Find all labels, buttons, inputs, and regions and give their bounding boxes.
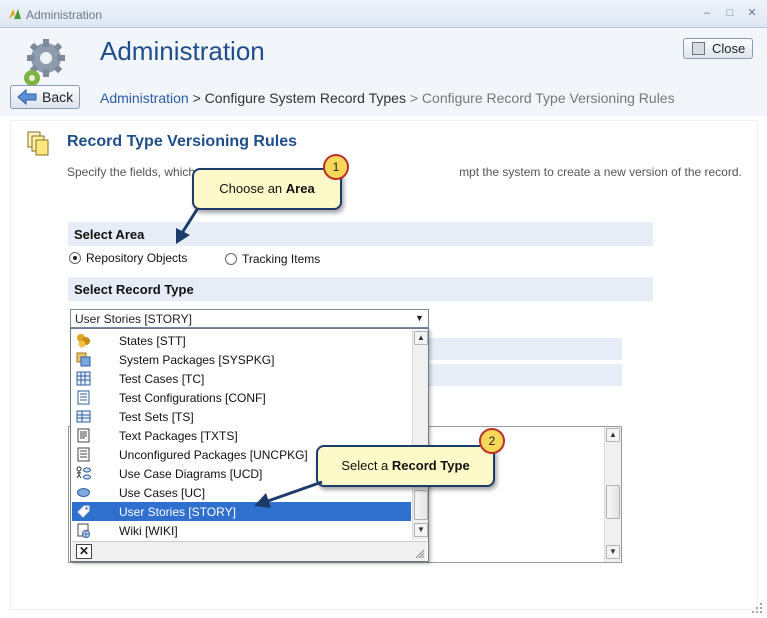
breadcrumb-separator: > <box>409 90 419 106</box>
dropdown-item-label: Test Cases [TC] <box>119 372 205 386</box>
record-type-options: States [STT] System Packages [SYSPKG] Te… <box>72 330 411 540</box>
clear-selection-icon[interactable]: ✕ <box>76 544 92 559</box>
breadcrumb-separator: > <box>192 90 201 106</box>
radio-checked-icon <box>69 252 81 264</box>
test-cases-icon <box>76 371 91 386</box>
section-title: Record Type Versioning Rules <box>67 133 297 150</box>
dropdown-item-label: System Packages [SYSPKG] <box>119 353 275 367</box>
app-icon <box>9 9 21 19</box>
states-icon <box>77 334 90 348</box>
dropdown-item-label: Use Case Diagrams [UCD] <box>119 467 263 481</box>
use-case-diagrams-icon <box>76 466 91 480</box>
dropdown-item-user-stories[interactable]: User Stories [STORY] <box>72 502 411 521</box>
resize-grip-icon[interactable] <box>415 549 425 559</box>
system-packages-icon <box>76 352 91 367</box>
dropdown-item-label: User Stories [STORY] <box>119 505 236 519</box>
dropdown-footer: ✕ <box>72 541 427 561</box>
use-cases-icon <box>77 488 90 497</box>
callout-select-record-type: Select a Record Type <box>316 445 495 487</box>
scroll-up-icon[interactable]: ▲ <box>414 331 428 345</box>
window-titlebar: Administration – □ ✕ <box>0 0 767 28</box>
breadcrumb-administration[interactable]: Administration <box>100 90 189 106</box>
dropdown-scrollbar[interactable]: ▲ ▼ <box>412 330 428 540</box>
breadcrumb-configure-system-record-types[interactable]: Configure System Record Types <box>205 90 406 106</box>
radio-tracking-items[interactable]: Tracking Items <box>225 252 320 266</box>
wiki-icon <box>77 523 90 538</box>
close-button-label: Close <box>712 41 746 56</box>
callout-text: Choose an <box>219 181 286 196</box>
radio-unchecked-icon <box>225 253 237 265</box>
dropdown-item-label: Unconfigured Packages [UNCPKG] <box>119 448 308 462</box>
user-stories-icon <box>77 505 90 518</box>
dropdown-item-label: Use Cases [UC] <box>119 486 206 500</box>
dropdown-item-test-configurations[interactable]: Test Configurations [CONF] <box>72 388 411 407</box>
select-record-type-heading: Select Record Type <box>68 277 653 301</box>
callout-bold-text: Record Type <box>391 458 470 473</box>
page-header: Administration Close Back Administration… <box>0 28 767 116</box>
description-start: Specify the fields, which <box>67 165 196 179</box>
callout-text: Select a <box>341 458 392 473</box>
maximize-icon[interactable]: □ <box>722 6 738 20</box>
description-end: mpt the system to create a new version o… <box>459 165 742 179</box>
test-sets-icon <box>76 410 91 423</box>
gears-icon <box>24 39 65 86</box>
text-packages-icon <box>77 428 90 443</box>
fields-list-scrollbar[interactable]: ▲ ▼ <box>604 427 621 562</box>
scroll-thumb[interactable] <box>606 485 620 519</box>
callout-number-badge: 2 <box>479 428 505 454</box>
back-button-label: Back <box>42 89 74 105</box>
scroll-down-icon[interactable]: ▼ <box>414 523 428 537</box>
hidden-band <box>422 364 622 386</box>
dropdown-item-test-cases[interactable]: Test Cases [TC] <box>72 369 411 388</box>
test-configurations-icon <box>77 390 90 405</box>
callout-bold-text: Area <box>285 181 315 196</box>
dropdown-item-text-packages[interactable]: Text Packages [TXTS] <box>72 426 411 445</box>
select-area-heading: Select Area <box>68 222 653 246</box>
window-resize-grip-icon[interactable] <box>751 602 763 614</box>
record-type-select[interactable]: User Stories [STORY] ▼ <box>70 309 429 328</box>
breadcrumb-current: Configure Record Type Versioning Rules <box>421 90 675 106</box>
back-button[interactable]: Back <box>10 85 80 109</box>
scroll-up-icon[interactable]: ▲ <box>606 428 620 442</box>
back-arrow-icon <box>17 89 37 105</box>
dropdown-item-label: States [STT] <box>119 334 186 348</box>
radio-label: Tracking Items <box>242 252 321 266</box>
callout-number-badge: 1 <box>323 154 349 180</box>
radio-label: Repository Objects <box>86 251 188 265</box>
close-icon <box>692 42 705 55</box>
dropdown-item-label: Wiki [WIKI] <box>119 524 178 538</box>
chevron-down-icon[interactable]: ▼ <box>412 311 427 326</box>
close-button[interactable]: Close <box>683 38 753 59</box>
close-window-icon[interactable]: ✕ <box>744 6 760 20</box>
breadcrumb: Administration > Configure System Record… <box>100 90 675 106</box>
hidden-band <box>422 338 622 360</box>
minimize-icon[interactable]: – <box>699 6 715 20</box>
dropdown-item-label: Test Configurations [CONF] <box>119 391 266 405</box>
versioning-rules-icon <box>27 131 49 156</box>
dropdown-item-system-packages[interactable]: System Packages [SYSPKG] <box>72 350 411 369</box>
radio-repository-objects[interactable]: Repository Objects <box>69 251 187 265</box>
page-title: Administration <box>100 36 265 66</box>
section-description: Specify the fields, which mpt the system … <box>67 165 742 179</box>
window-title: Administration <box>26 8 103 22</box>
scroll-down-icon[interactable]: ▼ <box>606 545 620 559</box>
dropdown-item-wiki[interactable]: Wiki [WIKI] <box>72 521 411 540</box>
unconfigured-packages-icon <box>77 447 90 462</box>
dropdown-item-states[interactable]: States [STT] <box>72 331 411 350</box>
dropdown-item-test-sets[interactable]: Test Sets [TS] <box>72 407 411 426</box>
dropdown-item-label: Test Sets [TS] <box>119 410 194 424</box>
scroll-thumb[interactable] <box>414 490 428 520</box>
record-type-select-value: User Stories [STORY] <box>75 312 192 326</box>
callout-choose-area: Choose an Area <box>192 168 342 210</box>
dropdown-item-label: Text Packages [TXTS] <box>119 429 238 443</box>
